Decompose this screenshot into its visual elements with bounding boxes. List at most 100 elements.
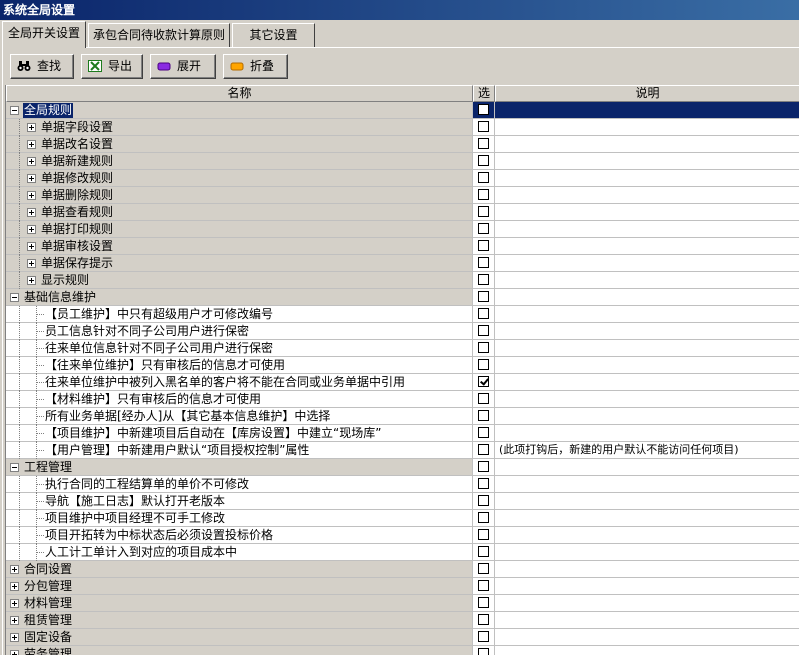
- option-checkbox[interactable]: [478, 631, 489, 642]
- option-checkbox[interactable]: [478, 308, 489, 319]
- option-checkbox[interactable]: [478, 478, 489, 489]
- tree-row[interactable]: 单据删除规则: [6, 187, 799, 204]
- tree-row[interactable]: 单据字段设置: [6, 119, 799, 136]
- tree-row[interactable]: 导航【施工日志】默认打开老版本: [6, 493, 799, 510]
- expand-button[interactable]: 展开: [150, 54, 216, 79]
- expand-plus-icon[interactable]: [10, 616, 19, 625]
- expand-plus-icon[interactable]: [27, 208, 36, 217]
- option-checkbox[interactable]: [478, 325, 489, 336]
- option-checkbox[interactable]: [478, 648, 489, 655]
- expand-plus-icon[interactable]: [10, 582, 19, 591]
- tree-row[interactable]: 单据审核设置: [6, 238, 799, 255]
- tree-row[interactable]: 工程管理: [6, 459, 799, 476]
- tree-row[interactable]: 往来单位维护中被列入黑名单的客户将不能在合同或业务单据中引用: [6, 374, 799, 391]
- tree-row[interactable]: 单据查看规则: [6, 204, 799, 221]
- option-checkbox[interactable]: [478, 580, 489, 591]
- option-checkbox[interactable]: [478, 427, 489, 438]
- tree-row[interactable]: 执行合同的工程结算单的单价不可修改: [6, 476, 799, 493]
- tree-row[interactable]: 人工计工单计入到对应的项目成本中: [6, 544, 799, 561]
- tree-row[interactable]: 【材料维护】只有审核后的信息才可使用: [6, 391, 799, 408]
- option-checkbox[interactable]: [478, 223, 489, 234]
- option-checkbox[interactable]: [478, 291, 489, 302]
- tree-row[interactable]: 单据保存提示: [6, 255, 799, 272]
- tree-row[interactable]: 项目开拓转为中标状态后必须设置投标价格: [6, 527, 799, 544]
- tree-row[interactable]: 所有业务单据[经办人]从【其它基本信息维护】中选择: [6, 408, 799, 425]
- tree-row[interactable]: 员工信息针对不同子公司用户进行保密: [6, 323, 799, 340]
- tab-global-switch[interactable]: 全局开关设置: [2, 21, 86, 48]
- option-checkbox[interactable]: [478, 597, 489, 608]
- tree-row-label: 单据删除规则: [41, 188, 114, 202]
- tree-row[interactable]: 基础信息维护: [6, 289, 799, 306]
- tree-row[interactable]: 【员工维护】中只有超级用户才可修改编号: [6, 306, 799, 323]
- tree-row[interactable]: 单据改名设置: [6, 136, 799, 153]
- tree-row[interactable]: 单据新建规则: [6, 153, 799, 170]
- collapse-button[interactable]: 折叠: [223, 54, 288, 79]
- option-checkbox[interactable]: [478, 274, 489, 285]
- option-checkbox[interactable]: [478, 206, 489, 217]
- expand-plus-icon[interactable]: [27, 140, 36, 149]
- collapse-minus-icon[interactable]: [10, 463, 19, 472]
- tree-row-name-cell: 单据字段设置: [6, 119, 473, 136]
- tree-row[interactable]: 合同设置: [6, 561, 799, 578]
- option-checkbox[interactable]: [478, 393, 489, 404]
- expand-plus-icon[interactable]: [27, 225, 36, 234]
- expand-plus-icon[interactable]: [10, 565, 19, 574]
- column-header-desc[interactable]: 说明: [495, 85, 799, 102]
- expand-plus-icon[interactable]: [27, 276, 36, 285]
- tree-row-label: 单据审核设置: [41, 239, 114, 253]
- tree-row[interactable]: 单据修改规则: [6, 170, 799, 187]
- option-checkbox[interactable]: [478, 104, 489, 115]
- export-button[interactable]: 导出: [81, 54, 143, 79]
- tree-row[interactable]: 单据打印规则: [6, 221, 799, 238]
- tree-row[interactable]: 【项目维护】中新建项目后自动在【库房设置】中建立“现场库”: [6, 425, 799, 442]
- column-header-name[interactable]: 名称: [6, 85, 473, 102]
- tree-row[interactable]: 分包管理: [6, 578, 799, 595]
- option-checkbox[interactable]: [478, 342, 489, 353]
- tree-row[interactable]: 往来单位信息针对不同子公司用户进行保密: [6, 340, 799, 357]
- find-button[interactable]: 查找: [10, 54, 74, 79]
- option-checkbox[interactable]: [478, 563, 489, 574]
- option-checkbox[interactable]: [478, 410, 489, 421]
- option-checkbox[interactable]: [478, 240, 489, 251]
- expand-button-label: 展开: [177, 59, 202, 73]
- tree-row[interactable]: 劳务管理: [6, 646, 799, 655]
- tree-row[interactable]: 项目维护中项目经理不可手工修改: [6, 510, 799, 527]
- option-checkbox[interactable]: [478, 189, 489, 200]
- option-checkbox[interactable]: [478, 376, 489, 387]
- tree-row[interactable]: 显示规则: [6, 272, 799, 289]
- tab-contract-receivable[interactable]: 承包合同待收款计算原则: [88, 23, 230, 47]
- expand-plus-icon[interactable]: [27, 123, 36, 132]
- option-checkbox[interactable]: [478, 546, 489, 557]
- option-checkbox[interactable]: [478, 172, 489, 183]
- collapse-minus-icon[interactable]: [10, 293, 19, 302]
- option-checkbox[interactable]: [478, 614, 489, 625]
- tab-other-settings[interactable]: 其它设置: [232, 23, 315, 47]
- expand-plus-icon[interactable]: [10, 599, 19, 608]
- option-checkbox[interactable]: [478, 444, 489, 455]
- option-checkbox[interactable]: [478, 155, 489, 166]
- expand-plus-icon[interactable]: [10, 633, 19, 642]
- tree-row[interactable]: 【往来单位维护】只有审核后的信息才可使用: [6, 357, 799, 374]
- collapse-minus-icon[interactable]: [10, 106, 19, 115]
- tree-row[interactable]: 全局规则: [6, 102, 799, 119]
- option-checkbox[interactable]: [478, 461, 489, 472]
- column-header-check[interactable]: 选: [473, 85, 495, 102]
- expand-plus-icon[interactable]: [27, 242, 36, 251]
- expand-plus-icon[interactable]: [27, 174, 36, 183]
- tree-row[interactable]: 【用户管理】中新建用户默认“项目授权控制”属性 (此项打钩后，新建的用户默认不能访…: [6, 442, 799, 459]
- expand-plus-icon[interactable]: [27, 191, 36, 200]
- option-checkbox[interactable]: [478, 138, 489, 149]
- option-checkbox[interactable]: [478, 121, 489, 132]
- option-checkbox[interactable]: [478, 529, 489, 540]
- expand-plus-icon[interactable]: [10, 650, 19, 655]
- option-checkbox[interactable]: [478, 359, 489, 370]
- tree-row-label: 合同设置: [24, 562, 73, 576]
- expand-plus-icon[interactable]: [27, 259, 36, 268]
- tree-row[interactable]: 材料管理: [6, 595, 799, 612]
- tree-row[interactable]: 租赁管理: [6, 612, 799, 629]
- option-checkbox[interactable]: [478, 512, 489, 523]
- option-checkbox[interactable]: [478, 257, 489, 268]
- option-checkbox[interactable]: [478, 495, 489, 506]
- expand-plus-icon[interactable]: [27, 157, 36, 166]
- tree-row[interactable]: 固定设备: [6, 629, 799, 646]
